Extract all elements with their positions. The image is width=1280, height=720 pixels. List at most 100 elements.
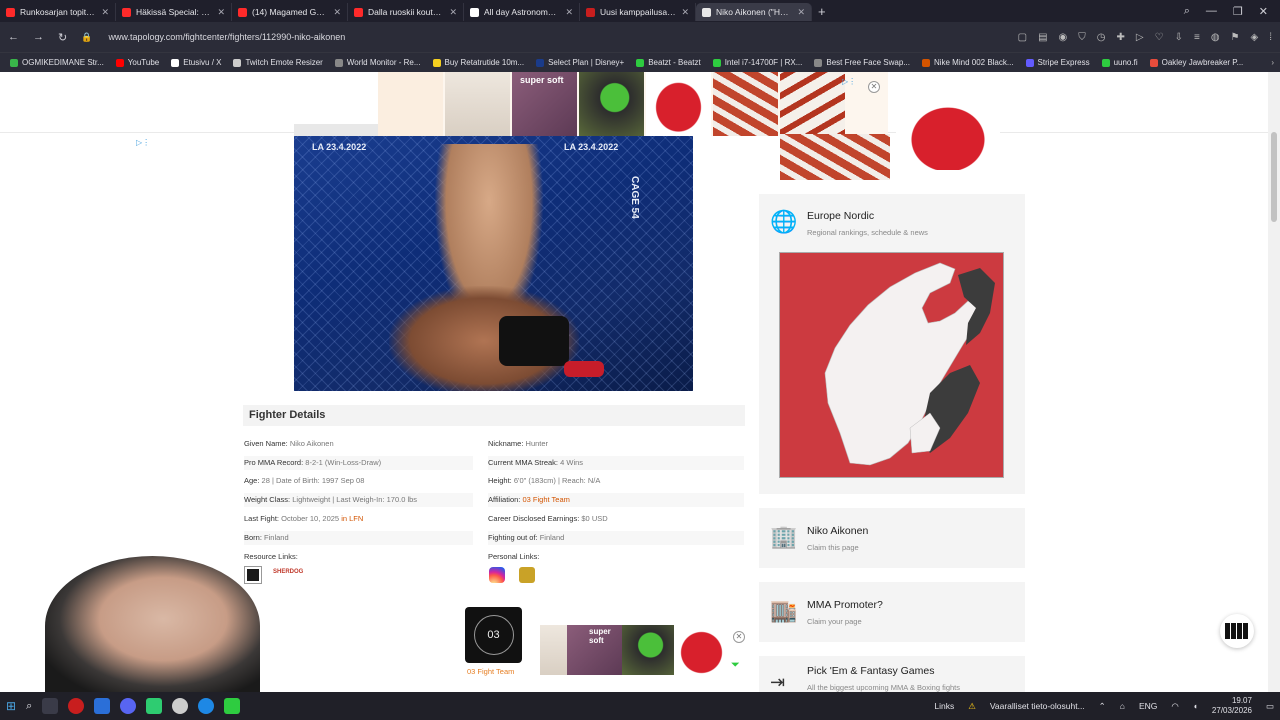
ad-image[interactable] <box>622 625 674 675</box>
browser-tab[interactable]: Niko Aikonen ("Hunter") ✕ <box>696 3 812 21</box>
promoter-card[interactable] <box>759 582 1025 642</box>
warning-icon[interactable]: ⚠ <box>968 701 976 712</box>
volume-icon[interactable]: ◖ <box>1193 701 1198 711</box>
history-icon[interactable]: ◷ <box>1097 32 1106 43</box>
bookmark-item[interactable]: Buy Retatrutide 10m... <box>429 58 529 67</box>
promoter-subtitle[interactable]: Claim your page <box>807 617 862 626</box>
bookmark-item[interactable]: Etusivu / X <box>167 58 225 67</box>
browser-tab[interactable]: (14) Magamed Gadiev - Y ✕ <box>232 3 348 21</box>
nordic-map[interactable] <box>779 252 1004 478</box>
region-title[interactable]: Europe Nordic <box>807 210 874 222</box>
ad-image[interactable]: super soft <box>512 72 577 136</box>
ad-choices-icon[interactable]: ▷⋮ <box>842 77 856 86</box>
tab-close-icon[interactable]: ✕ <box>797 7 805 18</box>
pickem-title[interactable]: Pick 'Em & Fantasy Games <box>807 665 934 677</box>
claim-subtitle[interactable]: Claim this page <box>807 543 859 552</box>
bookmark-item[interactable]: Twitch Emote Resizer <box>229 58 326 67</box>
bookmark-item[interactable]: Stripe Express <box>1022 58 1094 67</box>
chrome-icon[interactable] <box>120 698 137 714</box>
notification-icon[interactable]: ▭ <box>1266 701 1274 712</box>
ad-close-icon[interactable]: ✕ <box>733 631 745 643</box>
more-bookmarks-icon[interactable]: › <box>1271 58 1274 67</box>
ad-image[interactable] <box>780 72 845 136</box>
browser-tab[interactable]: Häkissä Special: Mitti ✕ <box>116 3 232 21</box>
bookmark-item[interactable]: Select Plan | Disney+ <box>532 58 628 67</box>
bookmark-item[interactable]: Oakley Jawbreaker P... <box>1146 58 1248 67</box>
wifi-icon[interactable]: ◠ <box>1171 701 1178 712</box>
claim-card[interactable] <box>759 508 1025 568</box>
detail-link[interactable]: 03 Fight Team <box>522 495 569 504</box>
page-scrollbar[interactable] <box>1268 72 1280 692</box>
tab-close-icon[interactable]: ✕ <box>681 7 689 18</box>
ad-image[interactable] <box>674 625 729 675</box>
app-grid-button[interactable] <box>1220 614 1254 648</box>
scrollbar-thumb[interactable] <box>1271 132 1277 222</box>
heart-icon[interactable]: ♡ <box>1155 32 1164 43</box>
extensions-icon[interactable]: ✚ <box>1117 32 1125 43</box>
ad-image[interactable]: super soft <box>567 625 622 675</box>
maximize-icon[interactable]: ❐ <box>1233 5 1243 18</box>
url-field[interactable]: www.tapology.com/fightcenter/fighters/11… <box>106 32 1003 42</box>
shield-icon[interactable]: ⛉ <box>1078 32 1086 43</box>
clock[interactable]: 19.07 27/03/2026 <box>1212 696 1252 716</box>
file-explorer-icon[interactable] <box>42 698 59 714</box>
bookmark-item[interactable]: World Monitor - Re... <box>331 58 425 67</box>
browser-tab[interactable]: Uusi kamppailusali Tuusu ✕ <box>580 3 696 21</box>
translate-icon[interactable]: ⚑ <box>1231 32 1240 43</box>
cube-icon[interactable]: ◈ <box>1251 32 1259 43</box>
browser-tab[interactable]: All day Astronomy Xssä: ✕ <box>464 3 580 21</box>
browser-tab[interactable]: Runkosarjan topit ja flopit ✕ <box>0 3 116 21</box>
minimize-icon[interactable]: — <box>1206 5 1217 18</box>
close-icon[interactable]: ✕ <box>1259 5 1268 18</box>
claim-title[interactable]: Niko Aikonen <box>807 525 868 537</box>
network-icon[interactable]: ⌂ <box>1120 701 1125 711</box>
team-logo[interactable]: 03 <box>465 607 522 663</box>
fighter-photo[interactable]: LA 23.4.2022 LA 23.4.2022 CAGE 54 <box>294 136 693 391</box>
website-link-icon[interactable] <box>519 567 535 583</box>
bookmark-item[interactable]: Best Free Face Swap... <box>810 58 914 67</box>
bookmark-item[interactable]: Nike Mind 002 Black... <box>918 58 1018 67</box>
tab-close-icon[interactable]: ✕ <box>217 7 225 18</box>
ad-banner-top[interactable]: super soft <box>378 72 888 136</box>
ad-image[interactable] <box>713 72 778 136</box>
new-tab-button[interactable]: + <box>818 4 826 19</box>
ad-image[interactable] <box>646 72 711 136</box>
photoshop-icon[interactable] <box>94 698 111 714</box>
play-icon[interactable]: ▷ <box>1136 32 1144 43</box>
instagram-icon[interactable] <box>489 567 505 583</box>
detail-link[interactable]: in LFN <box>341 514 363 523</box>
ad-image[interactable] <box>445 72 510 136</box>
ad-banner-bottom[interactable]: 03 03 Fight Team super soft ✕ ⏷ <box>465 607 750 677</box>
search-icon[interactable]: ⌕ <box>26 700 32 713</box>
bookmark-item[interactable]: YouTube <box>112 58 163 67</box>
settings-icon[interactable] <box>172 698 189 714</box>
team-label[interactable]: 03 Fight Team <box>467 667 514 676</box>
reader-icon[interactable]: ▤ <box>1038 32 1047 43</box>
back-icon[interactable]: ← <box>8 31 19 43</box>
spotify-icon[interactable] <box>146 698 163 714</box>
ad-image[interactable] <box>896 94 1000 170</box>
filter-icon[interactable]: ⏷ <box>731 659 740 672</box>
search-icon[interactable]: ⌕ <box>1184 5 1190 18</box>
menu-icon[interactable]: ≡ <box>1194 32 1200 43</box>
bookmark-item[interactable]: Intel i7-14700F | RX... <box>709 58 807 67</box>
tray-chevron-icon[interactable]: ⌃ <box>1099 701 1106 712</box>
browser-tab[interactable]: Dalla ruoskii koutseja + ka ✕ <box>348 3 464 21</box>
tab-close-icon[interactable]: ✕ <box>333 7 341 18</box>
ad-close-icon[interactable]: ✕ <box>868 81 880 93</box>
ad-image[interactable] <box>780 134 890 180</box>
forward-icon[interactable]: → <box>33 31 44 43</box>
tab-close-icon[interactable]: ✕ <box>449 7 457 18</box>
sidebar-icon[interactable]: ▢ <box>1018 32 1027 43</box>
links-label[interactable]: Links <box>934 701 954 711</box>
ad-choices-icon[interactable]: ▷⋮ <box>136 138 150 147</box>
tab-close-icon[interactable]: ✕ <box>565 7 573 18</box>
camera-icon[interactable]: ◉ <box>1059 32 1068 43</box>
bookmark-item[interactable]: uuno.fi <box>1098 58 1142 67</box>
download-icon[interactable]: ⇩ <box>1175 32 1183 43</box>
sherdog-link-icon[interactable]: SHERDOG <box>273 569 303 575</box>
profile-icon[interactable]: ◍ <box>1211 32 1220 43</box>
bookmark-item[interactable]: OGMIKEDIMANE Str... <box>6 58 108 67</box>
language-label[interactable]: ENG <box>1139 701 1157 711</box>
promoter-title[interactable]: MMA Promoter? <box>807 599 883 611</box>
